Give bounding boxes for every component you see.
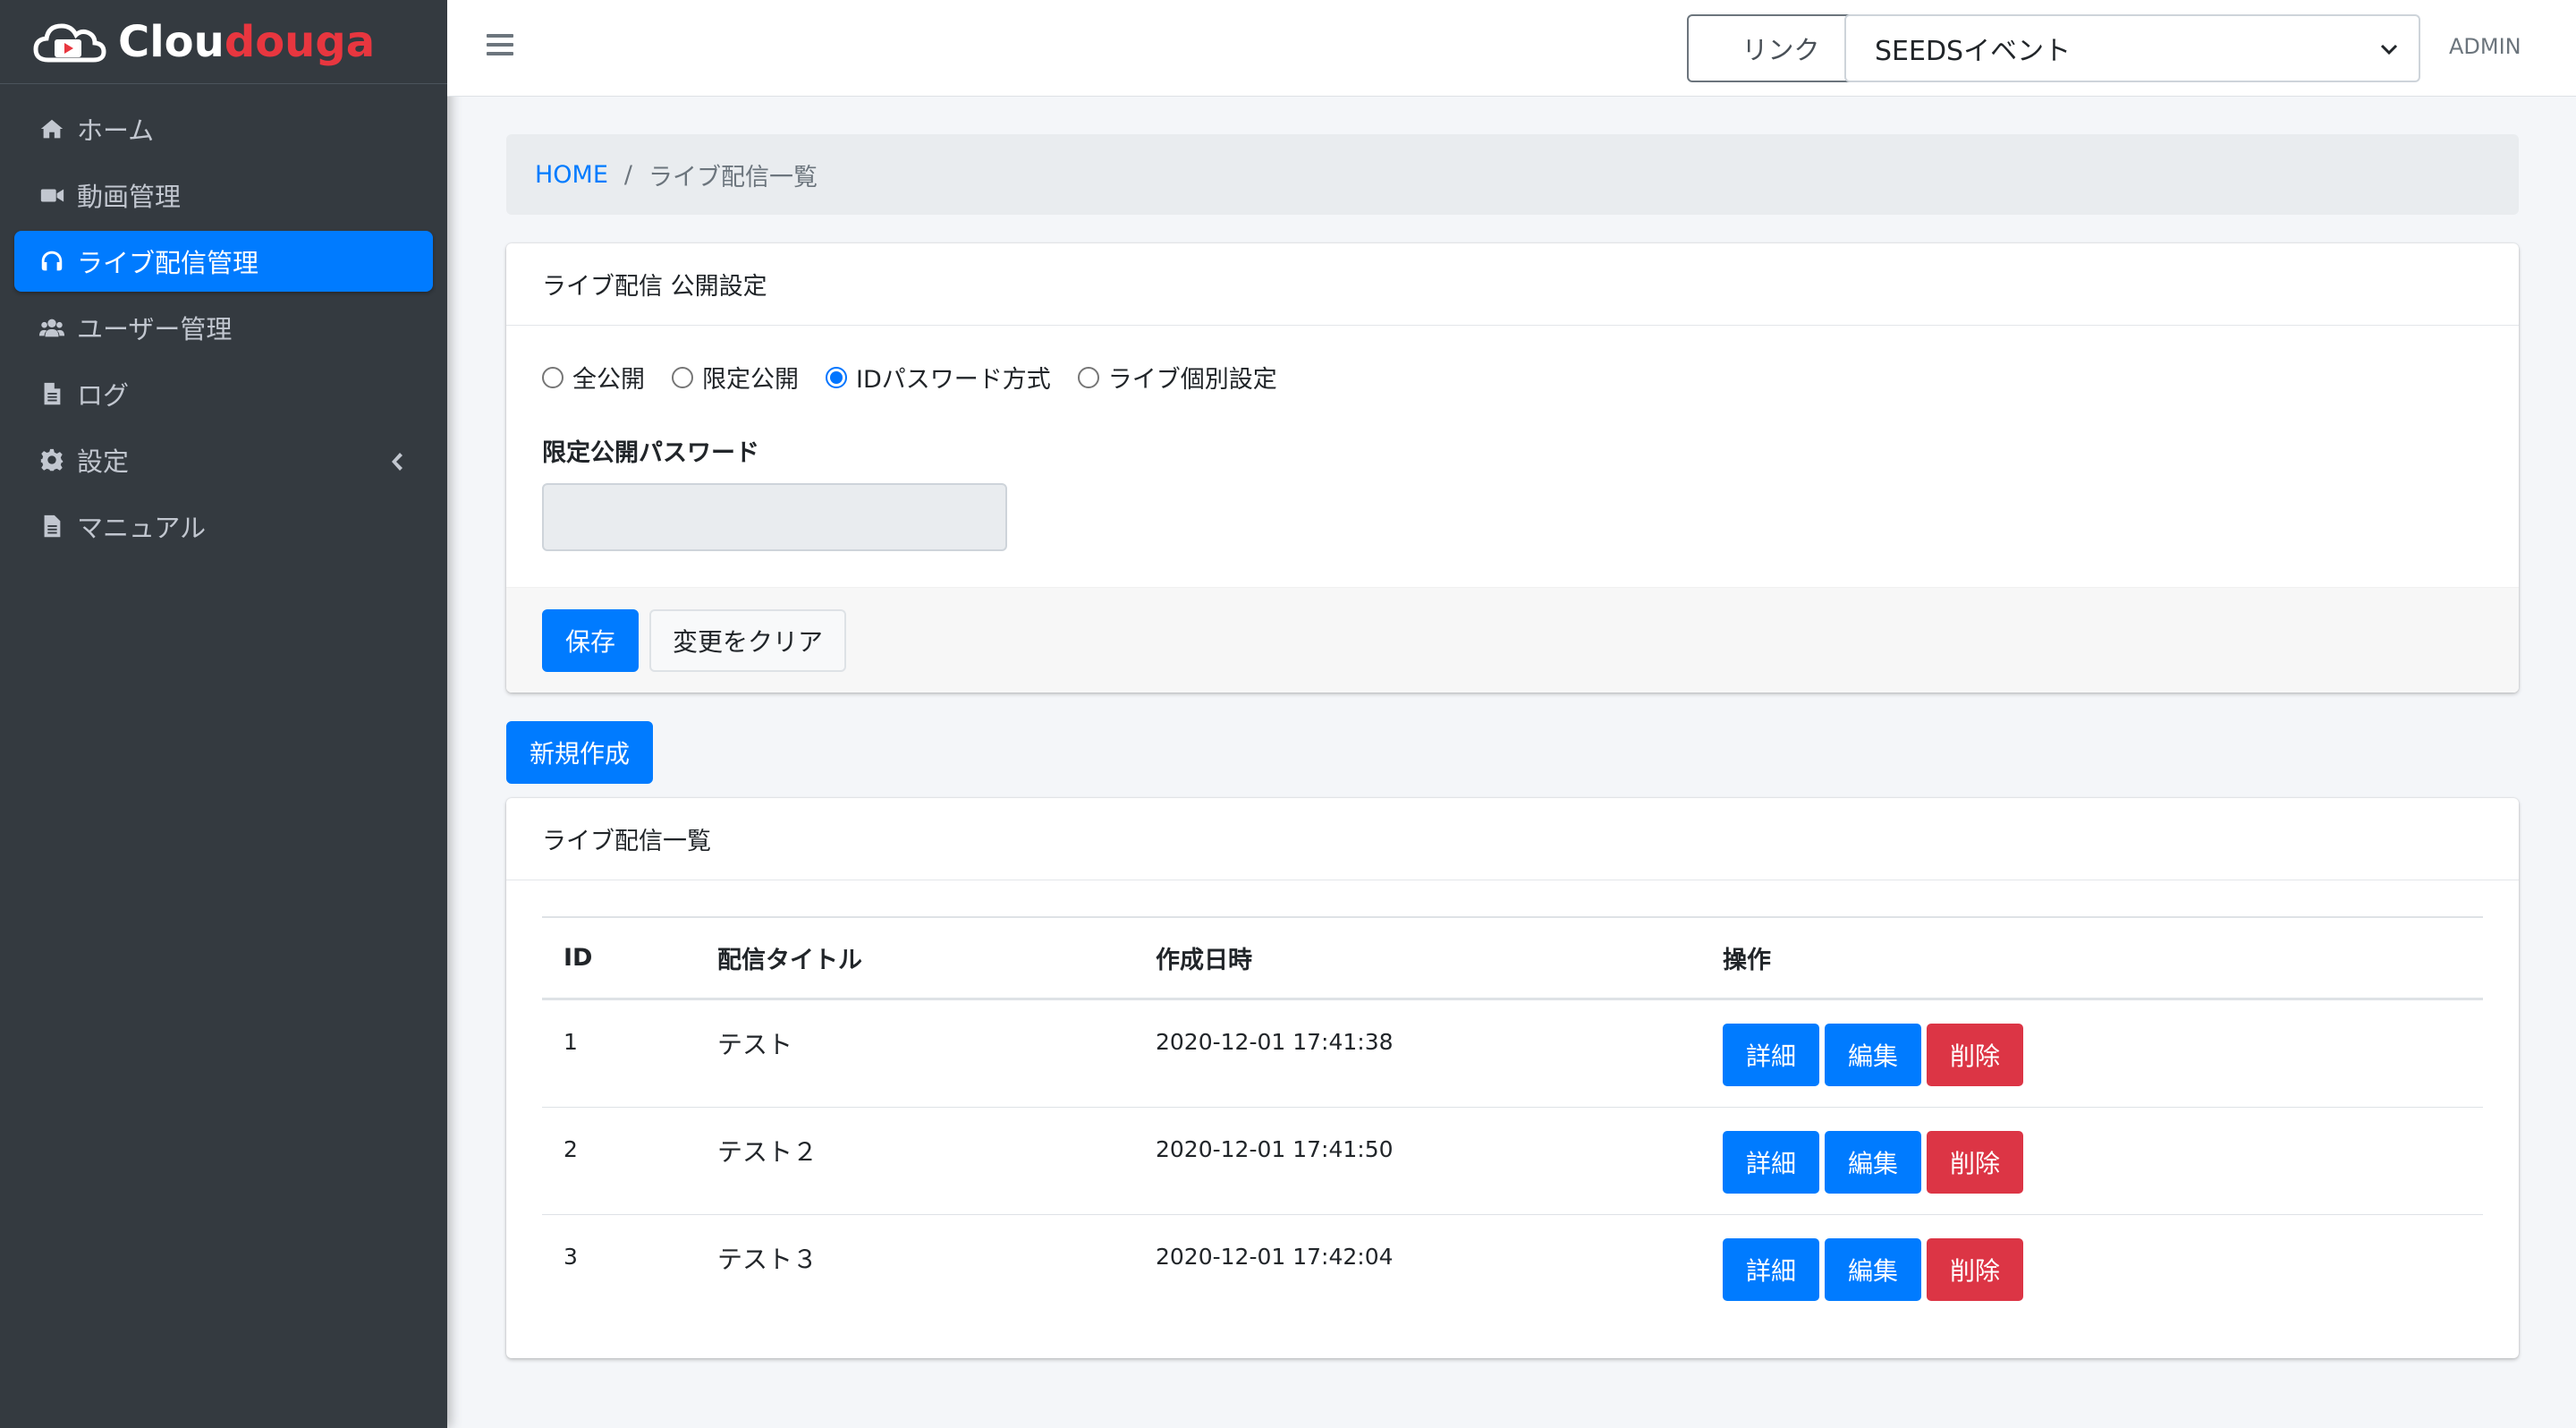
radio-label: ライブ個別設定 (1107, 366, 1277, 394)
sidebar: Cloudouga ホーム 動画管理 ライブ配信管理 ユーザー管理 ログ 設定 (0, 0, 447, 1428)
user-menu[interactable]: ADMIN (2449, 34, 2521, 59)
breadcrumb-home-link[interactable]: HOME (535, 161, 608, 189)
edit-button[interactable]: 編集 (1825, 1238, 1921, 1301)
column-header-title: 配信タイトル (717, 947, 862, 974)
create-new-button[interactable]: 新規作成 (506, 721, 653, 784)
radio-button[interactable] (672, 366, 693, 388)
cell-id: 1 (564, 1029, 578, 1055)
file-icon (38, 379, 66, 408)
brand-logo-link[interactable]: Cloudouga (0, 0, 447, 84)
sidebar-item-label: ライブ配信管理 (77, 248, 259, 278)
topbar: リンク SEEDSイベント ADMIN (447, 0, 2576, 97)
menu-toggle-icon[interactable] (487, 34, 513, 61)
radio-limited[interactable]: 限定公開 (672, 360, 799, 395)
file-icon (38, 512, 66, 540)
column-header-created: 作成日時 (1156, 947, 1252, 974)
sidebar-nav: ホーム 動画管理 ライブ配信管理 ユーザー管理 ログ 設定 マニュアル (0, 84, 447, 576)
row-actions: 詳細 編集 削除 (1723, 1024, 2029, 1086)
radio-button[interactable] (542, 366, 564, 388)
radio-id-password[interactable]: IDパスワード方式 (826, 360, 1051, 395)
headset-icon (38, 247, 66, 276)
sidebar-item-label: ユーザー管理 (77, 314, 233, 344)
publish-settings-card: ライブ配信 公開設定 全公開 限定公開 IDパスワード方式 ライブ個別設定 限定… (506, 243, 2519, 693)
brand-name-part1: Clou (118, 16, 225, 67)
sidebar-item-users[interactable]: ユーザー管理 (14, 297, 433, 358)
cloud-play-logo-icon (33, 22, 106, 62)
column-header-id: ID (564, 944, 593, 972)
cell-title: テスト２ (717, 1137, 818, 1167)
edit-button[interactable]: 編集 (1825, 1024, 1921, 1086)
breadcrumb-separator: / (623, 160, 633, 189)
radio-button[interactable] (1077, 366, 1099, 388)
card-footer: 保存 変更をクリア (506, 587, 2519, 693)
delete-button[interactable]: 削除 (1927, 1024, 2023, 1086)
cell-created: 2020-12-01 17:41:50 (1156, 1136, 1394, 1162)
chevron-left-icon[interactable] (386, 449, 406, 472)
detail-button[interactable]: 詳細 (1723, 1024, 1819, 1086)
gear-icon (38, 446, 66, 474)
clear-changes-button[interactable]: 変更をクリア (649, 609, 846, 672)
sidebar-item-settings[interactable]: 設定 (14, 429, 433, 490)
card-title: ライブ配信 公開設定 (506, 243, 2519, 326)
delete-button[interactable]: 削除 (1927, 1131, 2023, 1194)
sidebar-item-label: 設定 (77, 446, 130, 477)
password-field[interactable] (542, 483, 1007, 551)
table-row: 3 テスト３ 2020-12-01 17:42:04 詳細 編集 削除 (542, 1215, 2483, 1322)
password-label: 限定公開パスワード (542, 439, 759, 467)
row-actions: 詳細 編集 削除 (1723, 1238, 2029, 1301)
users-icon (38, 313, 66, 342)
breadcrumb: HOME / ライブ配信一覧 (506, 134, 2519, 215)
brand-name-part2: douga (224, 16, 376, 67)
row-actions: 詳細 編集 削除 (1723, 1131, 2029, 1194)
breadcrumb-current: ライブ配信一覧 (648, 163, 818, 191)
table-header: ID 配信タイトル 作成日時 操作 (542, 916, 2483, 1000)
home-icon (38, 115, 66, 143)
cell-id: 2 (564, 1136, 578, 1162)
radio-label: 全公開 (572, 366, 645, 394)
sidebar-item-label: ログ (77, 380, 130, 411)
sidebar-item-videos[interactable]: 動画管理 (14, 165, 433, 225)
sidebar-item-live[interactable]: ライブ配信管理 (14, 231, 433, 292)
table-row: 2 テスト２ 2020-12-01 17:41:50 詳細 編集 削除 (542, 1108, 2483, 1215)
live-list-card: ライブ配信一覧 ID 配信タイトル 作成日時 操作 1 テスト 2020-12-… (506, 798, 2519, 1358)
sidebar-item-home[interactable]: ホーム (14, 98, 433, 159)
detail-button[interactable]: 詳細 (1723, 1131, 1819, 1194)
radio-per-live[interactable]: ライブ個別設定 (1077, 360, 1277, 395)
sidebar-item-label: マニュアル (77, 513, 207, 543)
event-select[interactable]: SEEDSイベント (1844, 14, 2420, 82)
radio-public[interactable]: 全公開 (542, 360, 645, 395)
cell-created: 2020-12-01 17:42:04 (1156, 1244, 1394, 1270)
visibility-radio-group: 全公開 限定公開 IDパスワード方式 ライブ個別設定 (542, 360, 1304, 395)
sidebar-item-manual[interactable]: マニュアル (14, 496, 433, 557)
brand-name: Cloudouga (118, 17, 375, 67)
cell-title: テスト３ (717, 1245, 818, 1274)
table-row: 1 テスト 2020-12-01 17:41:38 詳細 編集 削除 (542, 1000, 2483, 1108)
cell-title: テスト (717, 1030, 793, 1059)
sidebar-item-label: 動画管理 (77, 182, 182, 212)
video-icon (38, 181, 66, 209)
event-select-value: SEEDSイベント (1875, 36, 2072, 67)
radio-button-checked[interactable] (826, 366, 847, 388)
detail-button[interactable]: 詳細 (1723, 1238, 1819, 1301)
edit-button[interactable]: 編集 (1825, 1131, 1921, 1194)
radio-label: 限定公開 (702, 366, 799, 394)
sidebar-item-log[interactable]: ログ (14, 363, 433, 424)
cell-id: 3 (564, 1244, 578, 1270)
chevron-down-icon (2380, 44, 2398, 55)
radio-label: IDパスワード方式 (856, 366, 1051, 394)
card-title: ライブ配信一覧 (506, 798, 2519, 880)
column-header-actions: 操作 (1723, 947, 1771, 974)
save-button[interactable]: 保存 (542, 609, 639, 672)
sidebar-item-label: ホーム (77, 115, 155, 146)
delete-button[interactable]: 削除 (1927, 1238, 2023, 1301)
cell-created: 2020-12-01 17:41:38 (1156, 1029, 1394, 1055)
live-table: ID 配信タイトル 作成日時 操作 1 テスト 2020-12-01 17:41… (542, 916, 2483, 1322)
